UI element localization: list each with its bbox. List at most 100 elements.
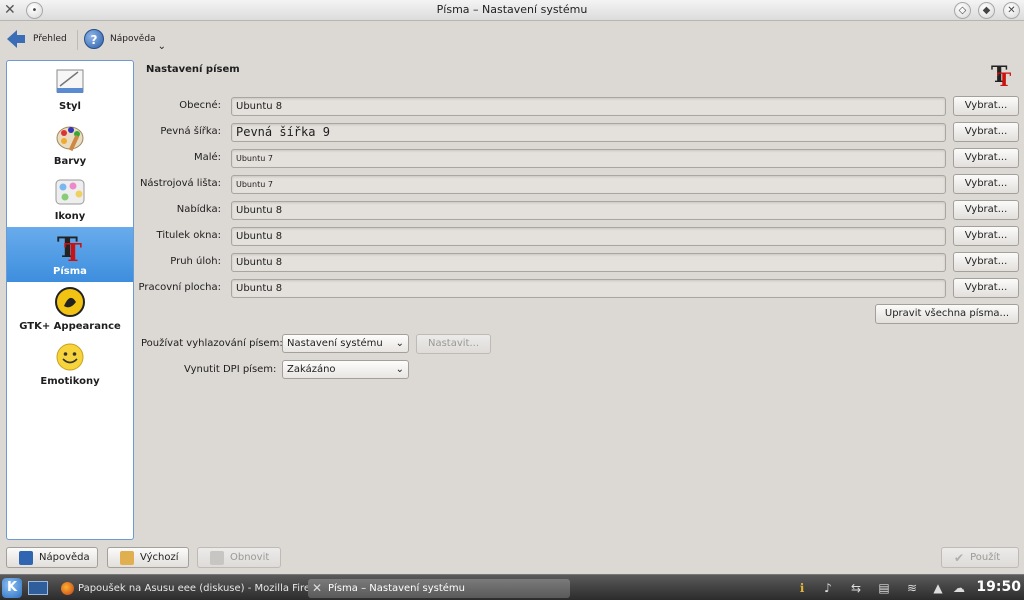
font-row-general: Obecné: Ubuntu 8 Vybrat...: [136, 96, 1020, 117]
font-row-small: Malé: Ubuntu 7 Vybrat...: [136, 148, 1020, 169]
font-row-label: Nástrojová lišta:: [139, 178, 221, 189]
font-row-taskbar: Pruh úloh: Ubuntu 8 Vybrat...: [136, 252, 1020, 273]
font-row-label: Pruh úloh:: [170, 256, 221, 267]
emoticons-icon: [56, 343, 84, 371]
help-menu-button[interactable]: ? Nápověda ⌄: [84, 27, 166, 52]
font-row-window-title: Titulek okna: Ubuntu 8 Vybrat...: [136, 226, 1020, 247]
sidebar-item-label: Styl: [59, 101, 81, 112]
toolbar-separator: [77, 30, 78, 50]
defaults-icon: [120, 550, 134, 565]
sidebar-item-colors[interactable]: Barvy: [7, 117, 133, 172]
font-field: Ubuntu 8: [231, 279, 946, 298]
weather-icon[interactable]: ☁: [951, 580, 967, 596]
sidebar-item-label: Emotikony: [40, 376, 100, 387]
taskbar: K Papoušek na Asusu eee (diskuse) - Mozi…: [0, 574, 1024, 600]
font-field: Ubuntu 8: [231, 227, 946, 246]
defaults-button-label: Výchozí: [140, 551, 179, 563]
apply-button[interactable]: ✔ Použít: [941, 547, 1019, 568]
help-button[interactable]: Nápověda: [6, 547, 98, 568]
fonts-header-icon: T T: [991, 62, 1011, 88]
reset-button-label: Obnovit: [230, 551, 270, 563]
sidebar-item-label: Ikony: [54, 211, 86, 222]
category-sidebar: Styl Barvy Ikony T T Písma GTK+ Appearan…: [6, 60, 134, 540]
clipboard-icon[interactable]: ▤: [876, 580, 892, 596]
font-field: Pevná šířka 9: [231, 123, 946, 142]
help-icon: ?: [84, 29, 104, 49]
help-icon: [19, 550, 33, 565]
back-arrow-icon: [7, 30, 25, 48]
task-label: Papoušek na Asusu eee (diskuse) - Mozill…: [78, 583, 308, 594]
choose-font-button[interactable]: Vybrat...: [953, 148, 1019, 168]
reset-icon: [210, 550, 224, 565]
task-firefox[interactable]: Papoušek na Asusu eee (diskuse) - Mozill…: [58, 579, 308, 598]
wifi-icon[interactable]: ≋: [904, 580, 920, 596]
choose-font-button[interactable]: Vybrat...: [953, 252, 1019, 272]
gtk-icon: [55, 287, 85, 317]
sidebar-item-label: Písma: [53, 266, 87, 277]
font-row-menu: Nabídka: Ubuntu 8 Vybrat...: [136, 200, 1020, 221]
sidebar-item-fonts[interactable]: T T Písma: [7, 227, 133, 282]
antialias-value: Nastavení systému: [287, 338, 383, 349]
expand-tray-icon[interactable]: ▲: [930, 580, 946, 596]
dpi-label: Vynutit DPI písem:: [184, 364, 277, 375]
sidebar-item-gtk[interactable]: GTK+ Appearance: [7, 282, 133, 337]
style-icon: [56, 69, 84, 93]
kde-menu-icon[interactable]: K: [2, 578, 22, 598]
network-icon[interactable]: ⇆: [848, 580, 864, 596]
sidebar-item-icons[interactable]: Ikony: [7, 172, 133, 227]
help-label: Nápověda: [110, 34, 156, 44]
volume-icon[interactable]: ♪: [820, 580, 836, 596]
overview-button[interactable]: Přehled: [7, 27, 67, 51]
info-icon[interactable]: ℹ: [794, 580, 810, 596]
sidebar-item-style[interactable]: Styl: [7, 62, 133, 117]
sidebar-item-emoticons[interactable]: Emotikony: [7, 337, 133, 392]
system-settings-icon: ✕: [312, 581, 323, 595]
choose-font-button[interactable]: Vybrat...: [953, 122, 1019, 142]
window-titlebar[interactable]: ✕ • Písma – Nastavení systému ◇ ◆ ✕: [0, 0, 1024, 21]
checkmark-icon: ✔: [954, 550, 965, 565]
adjust-all-fonts-button[interactable]: Upravit všechna písma...: [875, 304, 1019, 324]
chevron-down-icon: ⌄: [157, 40, 166, 52]
close-button[interactable]: ✕: [1003, 2, 1020, 19]
page-title: Nastavení písem: [146, 64, 240, 75]
configure-antialias-button[interactable]: Nastavit...: [416, 334, 491, 354]
choose-font-button[interactable]: Vybrat...: [953, 278, 1019, 298]
sidebar-item-label: Barvy: [53, 156, 87, 167]
antialias-label: Používat vyhlazování písem:: [141, 338, 283, 349]
font-row-desktop: Pracovní plocha: Ubuntu 8 Vybrat...: [136, 278, 1020, 299]
font-field: Ubuntu 8: [231, 201, 946, 220]
svg-text:T: T: [997, 69, 1011, 88]
maximize-button[interactable]: ◆: [978, 2, 995, 19]
font-field: Ubuntu 7: [231, 149, 946, 168]
choose-font-button[interactable]: Vybrat...: [953, 174, 1019, 194]
font-row-label: Nabídka:: [176, 204, 221, 215]
font-row-label: Obecné:: [179, 100, 221, 111]
sidebar-item-label: GTK+ Appearance: [19, 321, 121, 332]
dpi-value: Zakázáno: [287, 364, 336, 375]
defaults-button[interactable]: Výchozí: [107, 547, 189, 568]
font-field: Ubuntu 8: [231, 97, 946, 116]
font-row-toolbar: Nástrojová lišta: Ubuntu 7 Vybrat...: [136, 174, 1020, 195]
task-label: Písma – Nastavení systému: [328, 583, 465, 594]
minimize-button[interactable]: ◇: [954, 2, 971, 19]
choose-font-button[interactable]: Vybrat...: [953, 96, 1019, 116]
task-system-settings[interactable]: ✕ Písma – Nastavení systému: [308, 579, 570, 598]
font-row-fixed-width: Pevná šířka: Pevná šířka 9 Vybrat...: [136, 122, 1020, 143]
font-row-label: Pracovní plocha:: [138, 282, 222, 293]
overview-label: Přehled: [33, 34, 67, 44]
font-field: Ubuntu 7: [231, 175, 946, 194]
font-row-label: Pevná šířka:: [160, 126, 221, 137]
apply-button-label: Použít: [970, 551, 1001, 563]
choose-font-button[interactable]: Vybrat...: [953, 200, 1019, 220]
fonts-icon: T T: [57, 231, 82, 263]
antialias-select[interactable]: Nastavení systému ⌄: [282, 334, 409, 353]
svg-text:T: T: [64, 238, 82, 263]
dpi-select[interactable]: Zakázáno ⌄: [282, 360, 409, 379]
show-desktop-icon[interactable]: [28, 581, 48, 595]
font-row-label: Malé:: [193, 152, 221, 163]
icons-icon: [55, 179, 85, 205]
choose-font-button[interactable]: Vybrat...: [953, 226, 1019, 246]
reset-button[interactable]: Obnovit: [197, 547, 281, 568]
font-field: Ubuntu 8: [231, 253, 946, 272]
clock[interactable]: 19:50: [976, 579, 1021, 595]
